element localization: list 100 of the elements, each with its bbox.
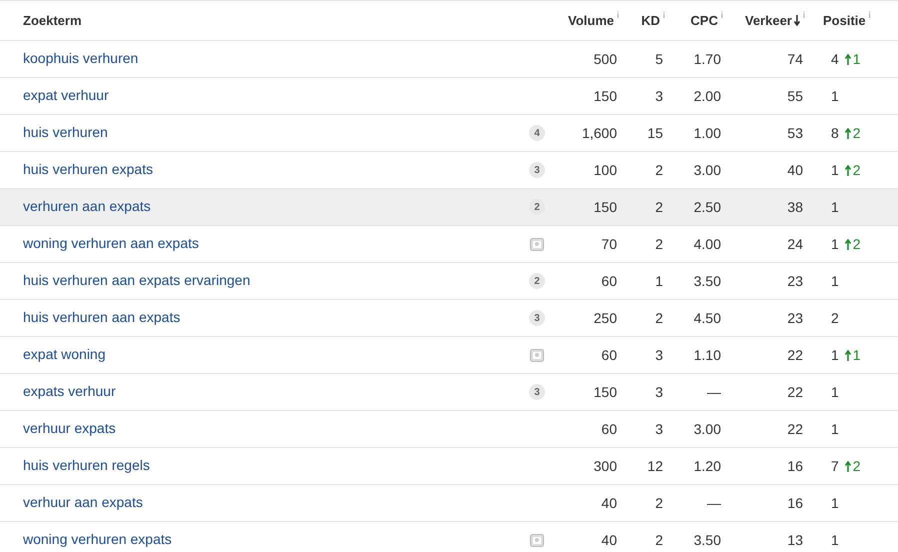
count-badge[interactable]: 2 [529,273,545,289]
position-cell: 4 [831,51,839,67]
keyword-link[interactable]: woning verhuren expats [0,531,172,547]
count-badge[interactable]: 4 [529,125,545,141]
volume-cell-text: 40 [600,495,618,511]
position-cell: 1 [831,495,839,511]
kd-cell-text: 3 [654,88,664,104]
kd-cell-text: 2 [654,495,664,511]
traffic-cell-text: 24 [786,236,804,252]
keyword-link[interactable]: huis verhuren aan expats [0,309,180,325]
cpc-cell-text: 1.00 [692,125,722,141]
volume-cell-text: 150 [592,384,618,400]
cpc-cell-text: 3.50 [692,532,722,548]
traffic-cell-text: 22 [786,384,804,400]
kd-cell-text: 15 [646,125,664,141]
column-header[interactable]: KD [641,13,660,28]
kd-cell-text: 2 [654,310,664,326]
cpc-cell-text: 2.00 [692,88,722,104]
position-cell: 1 [831,273,839,289]
sort-arrow-icon [794,15,800,26]
volume-cell-text: 70 [600,236,618,252]
traffic-cell-text: 16 [786,495,804,511]
kd-cell-text: 2 [654,162,664,178]
keyword-link[interactable]: huis verhuren aan expats ervaringen [0,272,250,288]
traffic-cell-text: 23 [786,273,804,289]
count-badge[interactable]: 3 [529,384,545,400]
keyword-link[interactable]: huis verhuren expats [0,161,153,177]
cpc-cell-text: 4.50 [692,310,722,326]
position-cell: 1 [831,199,839,215]
traffic-cell-text: 22 [786,421,804,437]
cpc-cell-text: — [706,384,722,400]
keyword-link[interactable]: huis verhuren [0,124,108,140]
position-change: 2 [844,125,861,141]
keyword-link[interactable]: koophuis verhuren [0,50,138,66]
image-icon[interactable] [530,238,544,250]
kd-cell-text: 12 [646,458,664,474]
up-arrow-icon [844,128,851,138]
position-cell: 1 [831,384,839,400]
column-header[interactable]: Volume [568,13,614,28]
volume-cell-text: 300 [592,458,618,474]
keyword-link[interactable]: expats verhuur [0,383,116,399]
volume-cell-text: 100 [592,162,618,178]
keyword-link[interactable]: verhuren aan expats [0,198,151,214]
position-cell: 1 [831,421,839,437]
kd-cell-text: 3 [654,347,664,363]
traffic-cell-text: 38 [786,199,804,215]
up-arrow-icon [844,54,851,64]
keyword-link[interactable]: expat woning [0,346,106,362]
volume-cell-text: 40 [600,532,618,548]
cpc-cell-text: 2.50 [692,199,722,215]
count-badge[interactable]: 3 [529,162,545,178]
kd-cell-text: 2 [654,236,664,252]
volume-cell-text: 60 [600,273,618,289]
kd-cell-text: 5 [654,51,664,67]
keyword-link[interactable]: woning verhuren aan expats [0,235,199,251]
column-header[interactable]: CPC [690,13,718,28]
position-cell: 1 [831,532,839,548]
traffic-cell-text: 16 [786,458,804,474]
position-cell: 1 [831,88,839,104]
column-header[interactable]: Verkeer [745,13,792,28]
cpc-cell-text: — [706,495,722,511]
count-badge[interactable]: 3 [529,310,545,326]
position-cell: 8 [831,125,839,141]
position-change: 1 [844,51,861,67]
column-header[interactable]: Zoekterm [23,13,82,28]
column-header[interactable]: Positie [823,13,866,28]
position-cell: 1 [831,236,839,252]
volume-cell-text: 60 [600,347,618,363]
image-icon[interactable] [530,348,544,362]
up-arrow-icon [844,164,851,176]
table-row[interactable]: verhuren aan expats 2 150 2 2.50 38 1 [0,189,898,226]
position-change: 1 [844,347,861,363]
cpc-cell-text: 1.20 [692,458,722,474]
keyword-link[interactable]: expat verhuur [0,87,109,103]
traffic-cell-text: 13 [786,532,804,548]
traffic-cell-text: 53 [786,125,804,141]
position-change: 2 [844,162,861,178]
cpc-cell-text: 1.10 [692,347,722,363]
traffic-cell-text: 40 [786,162,804,178]
traffic-cell-text: 55 [786,88,804,104]
keyword-link[interactable]: verhuur expats [0,420,116,436]
up-arrow-icon [844,350,851,360]
volume-cell-text: 150 [592,199,618,215]
position-cell: 1 [831,162,839,178]
cpc-cell-text: 1.70 [692,51,722,67]
keyword-link[interactable]: verhuur aan expats [0,494,143,510]
kd-cell-text: 2 [654,199,664,215]
keyword-link[interactable]: huis verhuren regels [0,457,150,473]
count-badge[interactable]: 2 [529,199,545,215]
traffic-cell-text: 22 [786,347,804,363]
volume-cell-text: 500 [592,51,618,67]
position-cell: 2 [831,310,839,326]
position-change: 2 [844,458,861,474]
volume-cell-text: 1,600 [580,125,618,141]
kd-cell-text: 3 [654,421,664,437]
volume-cell-text: 60 [600,421,618,437]
traffic-cell-text: 23 [786,310,804,326]
up-arrow-icon [844,460,851,472]
image-icon[interactable] [530,534,544,546]
cpc-cell-text: 3.00 [692,421,722,437]
